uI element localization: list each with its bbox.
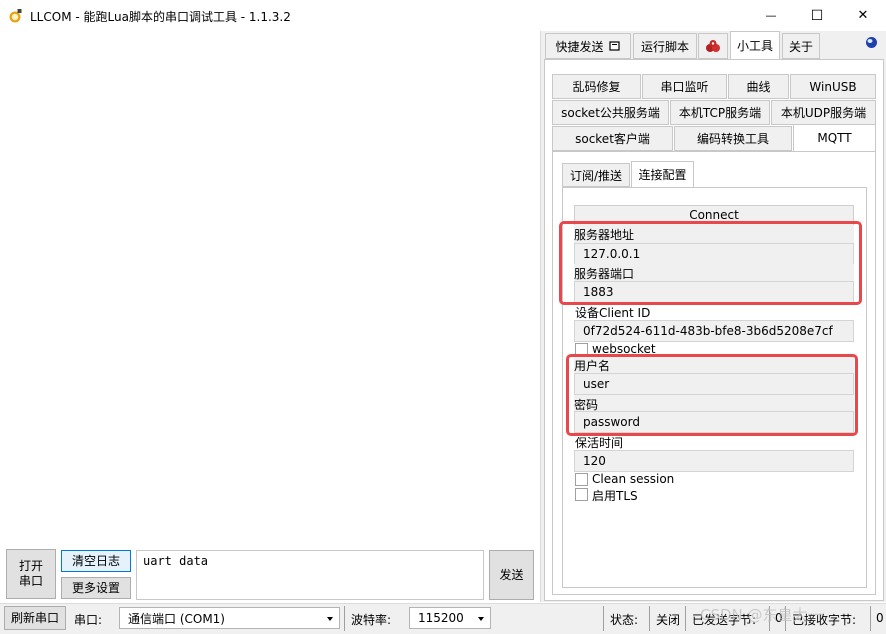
tab-mqtt-label: MQTT (817, 131, 852, 145)
open-port-label: 打开 串口 (18, 559, 43, 588)
send-textbox[interactable]: uart data (136, 550, 484, 600)
client-id-field[interactable]: 0f72d524-611d-483b-bfe8-3b6d5208e7cf (574, 320, 854, 342)
clear-log-button[interactable]: 清空日志 (61, 550, 131, 572)
clear-log-label: 清空日志 (71, 553, 120, 568)
minimize-button[interactable]: — (748, 0, 794, 31)
send-button-label: 发送 (499, 567, 524, 582)
tab-mqtt[interactable]: MQTT (793, 124, 876, 152)
minimize-icon: — (765, 9, 777, 22)
llcom-logo-icon (9, 9, 22, 23)
received-bytes-value: 0 (876, 611, 884, 625)
window-icon (608, 41, 620, 51)
client-id-label: 设备Client ID (575, 306, 651, 320)
close-button[interactable]: ✕ (840, 0, 886, 31)
watermark: CSDN @东皇太一 (700, 606, 823, 624)
tab-subscribe-publish-label: 订阅/推送 (569, 168, 623, 183)
status-value: 关闭 (656, 613, 681, 627)
refresh-port-button[interactable]: 刷新串口 (4, 606, 66, 630)
tab-subscribe-publish[interactable]: 订阅/推送 (562, 163, 630, 187)
baud-select[interactable]: 115200 (409, 607, 491, 629)
status-divider (649, 606, 650, 631)
status-divider (344, 606, 345, 631)
highlight-credentials-box (566, 354, 858, 436)
tab-curve[interactable]: 曲线 (728, 74, 789, 99)
port-select-value: 通信端口 (COM1) (128, 611, 225, 626)
globe-icon[interactable] (865, 36, 878, 49)
tab-curve-label: 曲线 (746, 80, 771, 94)
tab-about[interactable]: 关于 (782, 33, 820, 59)
keepalive-value: 120 (583, 454, 606, 468)
tab-lua[interactable] (698, 33, 728, 59)
port-label: 串口: (74, 613, 103, 627)
tab-garbled-fix-label: 乱码修复 (572, 80, 621, 94)
tab-port-monitor[interactable]: 串口监听 (642, 74, 727, 99)
tab-winusb-label: WinUSB (809, 79, 857, 94)
client-id-value: 0f72d524-611d-483b-bfe8-3b6d5208e7cf (583, 324, 833, 338)
status-divider (685, 606, 686, 631)
maximize-button[interactable]: ☐ (794, 0, 840, 31)
clean-session-checkbox[interactable] (575, 473, 588, 486)
tab-local-tcp-server-label: 本机TCP服务端 (678, 106, 762, 120)
title-bar: LLCOM - 能跑Lua脚本的串口调试工具 - 1.1.3.2 — ☐ ✕ (0, 0, 886, 31)
tls-checkbox[interactable] (575, 488, 588, 501)
tab-run-script[interactable]: 运行脚本 (633, 33, 697, 59)
tab-socket-public-server[interactable]: socket公共服务端 (552, 100, 669, 125)
refresh-port-label: 刷新串口 (10, 610, 59, 625)
tab-encoding-convert-label: 编码转换工具 (696, 132, 769, 146)
tab-run-script-label: 运行脚本 (640, 39, 689, 54)
chevron-down-icon (478, 617, 484, 621)
tab-quick-send[interactable]: 快捷发送 (545, 33, 631, 59)
tab-encoding-convert[interactable]: 编码转换工具 (674, 126, 792, 151)
tab-port-monitor-label: 串口监听 (660, 80, 709, 94)
more-settings-label: 更多设置 (71, 580, 120, 595)
window-title: LLCOM - 能跑Lua脚本的串口调试工具 - 1.1.3.2 (30, 10, 291, 24)
tls-label: 启用TLS (592, 489, 638, 503)
open-port-button[interactable]: 打开 串口 (6, 549, 56, 599)
more-settings-button[interactable]: 更多设置 (61, 577, 131, 599)
baud-select-value: 115200 (418, 611, 464, 625)
maximize-icon: ☐ (810, 7, 824, 24)
tab-local-udp-server-label: 本机UDP服务端 (780, 106, 867, 120)
keepalive-label: 保活时间 (575, 436, 624, 450)
close-icon: ✕ (857, 8, 869, 23)
tab-tools-label: 小工具 (736, 39, 773, 53)
send-button[interactable]: 发送 (489, 550, 534, 600)
status-divider (603, 606, 604, 631)
tab-socket-public-server-label: socket公共服务端 (561, 106, 660, 120)
tab-local-tcp-server[interactable]: 本机TCP服务端 (670, 100, 770, 125)
highlight-server-box (559, 221, 862, 305)
tab-socket-client[interactable]: socket客户端 (552, 126, 673, 151)
port-select[interactable]: 通信端口 (COM1) (119, 607, 340, 629)
tab-quick-send-label: 快捷发送 (555, 39, 604, 54)
clean-session-label: Clean session (592, 472, 675, 486)
keepalive-field[interactable]: 120 (574, 450, 854, 472)
tab-connection-config-label: 连接配置 (638, 168, 687, 182)
chevron-down-icon (327, 617, 333, 621)
send-text-value: uart data (143, 554, 209, 568)
tab-socket-client-label: socket客户端 (575, 132, 650, 146)
tab-about-label: 关于 (788, 39, 813, 54)
tab-garbled-fix[interactable]: 乱码修复 (552, 74, 641, 99)
tab-winusb[interactable]: WinUSB (790, 74, 876, 99)
baud-label: 波特率: (351, 613, 392, 627)
tab-local-udp-server[interactable]: 本机UDP服务端 (771, 100, 876, 125)
log-area[interactable] (0, 31, 541, 602)
tab-connection-config[interactable]: 连接配置 (631, 161, 694, 188)
status-divider (870, 606, 871, 631)
status-label: 状态: (610, 613, 639, 627)
tab-tools[interactable]: 小工具 (730, 31, 780, 60)
lua-logo-icon (706, 40, 720, 52)
